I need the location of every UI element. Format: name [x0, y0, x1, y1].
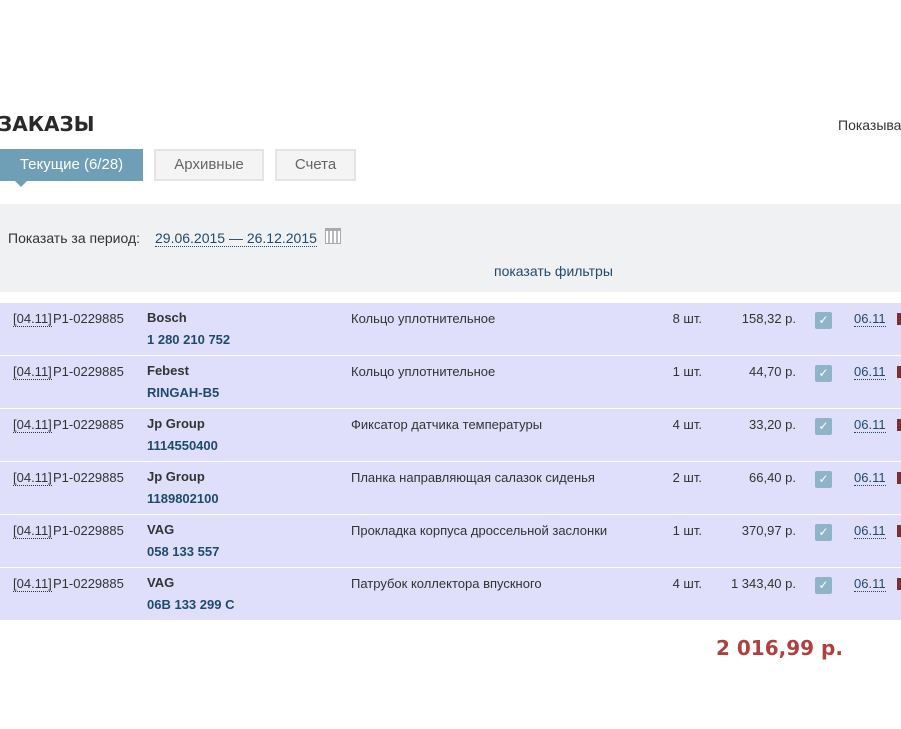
quantity: 4 шт.	[672, 417, 702, 432]
order-row: [04.11] P1-0229885 Febest RINGAH-B5 Коль…	[0, 356, 901, 408]
delivery-date-link[interactable]: 06.11	[854, 576, 886, 592]
delivery-date-link[interactable]: 06.11	[854, 417, 886, 433]
order-number: P1-0229885	[53, 364, 124, 379]
status-marker	[897, 525, 901, 537]
quantity: 1 шт.	[672, 364, 702, 379]
description: Кольцо уплотнительное	[351, 364, 496, 379]
check-icon[interactable]: ✓	[815, 577, 832, 594]
check-icon[interactable]: ✓	[815, 418, 832, 435]
status-marker	[897, 419, 901, 431]
brand: Bosch	[147, 310, 187, 325]
order-row: [04.11] P1-0229885 VAG 058 133 557 Прокл…	[0, 515, 901, 567]
price: 370,97 р.	[741, 523, 796, 538]
status-marker	[897, 313, 901, 325]
description: Прокладка корпуса дроссельной заслонки	[351, 523, 608, 538]
brand: Jp Group	[147, 469, 205, 484]
order-number: P1-0229885	[53, 417, 124, 432]
period-picker[interactable]: 29.06.2015 — 26.12.2015	[155, 230, 317, 247]
quantity: 2 шт.	[672, 470, 702, 485]
order-row: [04.11] P1-0229885 Bosch 1 280 210 752 К…	[0, 303, 901, 355]
price: 66,40 р.	[749, 470, 796, 485]
check-icon[interactable]: ✓	[815, 524, 832, 541]
description: Фиксатор датчика температуры	[351, 417, 543, 432]
quantity: 4 шт.	[672, 576, 702, 591]
show-filters-link[interactable]: показать фильтры	[494, 263, 613, 279]
quantity: 8 шт.	[672, 311, 702, 326]
order-number: P1-0229885	[53, 470, 124, 485]
period-label: Показать за период:	[8, 230, 141, 246]
price: 1 343,40 р.	[730, 576, 796, 591]
page-title: ЗАКАЗЫ	[0, 112, 95, 136]
calendar-icon[interactable]	[325, 228, 341, 244]
article-number: 06B 133 299 C	[147, 597, 235, 612]
tab-invoices[interactable]: Счета	[275, 149, 356, 181]
check-icon[interactable]: ✓	[815, 312, 832, 329]
article-number: 1 280 210 752	[147, 332, 231, 347]
article-number: 1114550400	[147, 438, 218, 453]
filter-panel	[0, 204, 901, 292]
status-marker	[897, 578, 901, 590]
status-marker	[897, 472, 901, 484]
article-number: 1189802100	[147, 491, 219, 506]
status-marker	[897, 366, 901, 378]
brand: Jp Group	[147, 416, 205, 431]
order-date-link[interactable]: [04.11]	[13, 417, 52, 433]
order-total: 2 016,99 р.	[716, 636, 843, 660]
order-date-link[interactable]: [04.11]	[13, 576, 52, 592]
brand: VAG	[147, 575, 175, 590]
price: 33,20 р.	[749, 417, 796, 432]
order-row: [04.11] P1-0229885 VAG 06B 133 299 C Пат…	[0, 568, 901, 620]
price: 44,70 р.	[749, 364, 796, 379]
check-icon[interactable]: ✓	[815, 365, 832, 382]
description: Кольцо уплотнительное	[351, 311, 496, 326]
order-row: [04.11] P1-0229885 Jp Group 1114550400 Ф…	[0, 409, 901, 461]
article-number: 058 133 557	[147, 544, 220, 559]
order-row: [04.11] P1-0229885 Jp Group 1189802100 П…	[0, 462, 901, 514]
delivery-date-link[interactable]: 06.11	[854, 311, 886, 327]
order-number: P1-0229885	[53, 576, 124, 591]
order-number: P1-0229885	[53, 523, 124, 538]
check-icon[interactable]: ✓	[815, 471, 832, 488]
tab-current[interactable]: Текущие (6/28)	[0, 149, 143, 187]
delivery-date-link[interactable]: 06.11	[854, 523, 886, 539]
order-date-link[interactable]: [04.11]	[13, 470, 52, 486]
order-number: P1-0229885	[53, 311, 124, 326]
delivery-date-link[interactable]: 06.11	[854, 470, 886, 486]
price: 158,32 р.	[741, 311, 796, 326]
tab-archive[interactable]: Архивные	[154, 149, 264, 181]
order-date-link[interactable]: [04.11]	[13, 523, 52, 539]
delivery-date-link[interactable]: 06.11	[854, 364, 886, 380]
brand: Febest	[147, 363, 189, 378]
description: Патрубок коллектора впускного	[351, 576, 542, 591]
article-number: RINGAH-B5	[147, 385, 220, 400]
brand: VAG	[147, 522, 175, 537]
description: Планка направляющая салазок сиденья	[351, 470, 595, 485]
show-hint-text: Показыва	[838, 117, 901, 133]
order-date-link[interactable]: [04.11]	[13, 311, 52, 327]
quantity: 1 шт.	[672, 523, 702, 538]
order-date-link[interactable]: [04.11]	[13, 364, 52, 380]
